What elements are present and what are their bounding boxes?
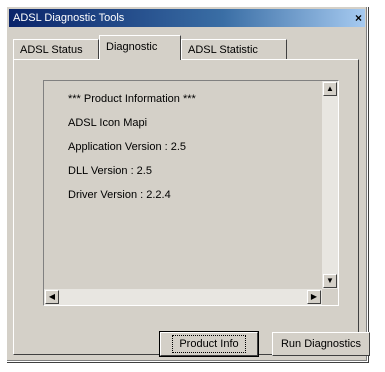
tab-adsl-status[interactable]: ADSL Status	[13, 39, 99, 59]
window-title: ADSL Diagnostic Tools	[13, 12, 125, 24]
list-item: DLL Version : 2.5	[68, 165, 152, 177]
scroll-left-icon[interactable]: ◀	[45, 290, 59, 304]
scrollbar-corner	[322, 289, 338, 305]
product-info-button[interactable]: Product Info	[159, 331, 259, 357]
scroll-right-icon[interactable]: ▶	[307, 290, 321, 304]
list-item: ADSL Icon Mapi	[68, 117, 148, 129]
diagnostic-window: ADSL Diagnostic Tools × ADSL Status Diag…	[6, 6, 370, 362]
close-icon[interactable]: ×	[355, 9, 362, 27]
list-item: *** Product Information ***	[68, 93, 196, 105]
horizontal-scrollbar[interactable]: ◀ ▶	[44, 289, 322, 305]
diagnostic-panel: *** Product Information *** ADSL Icon Ma…	[13, 59, 370, 357]
run-diagnostics-button[interactable]: Run Diagnostics	[272, 332, 370, 356]
list-item: Driver Version : 2.2.4	[68, 189, 171, 201]
product-info-button-label: Product Info	[172, 335, 246, 353]
tab-strip: ADSL Status Diagnostic ADSL Statistic	[13, 35, 353, 60]
title-bar[interactable]: ADSL Diagnostic Tools ×	[9, 9, 365, 27]
scroll-down-icon[interactable]: ▼	[323, 274, 337, 288]
scroll-up-icon[interactable]: ▲	[323, 82, 337, 96]
tab-adsl-statistic[interactable]: ADSL Statistic	[181, 39, 287, 59]
product-info-listbox[interactable]: *** Product Information *** ADSL Icon Ma…	[43, 80, 339, 306]
tab-diagnostic[interactable]: Diagnostic	[99, 35, 181, 60]
vertical-scrollbar[interactable]: ▲ ▼	[322, 81, 338, 289]
list-item: Application Version : 2.5	[68, 141, 187, 153]
listbox-content: *** Product Information *** ADSL Icon Ma…	[44, 81, 322, 289]
